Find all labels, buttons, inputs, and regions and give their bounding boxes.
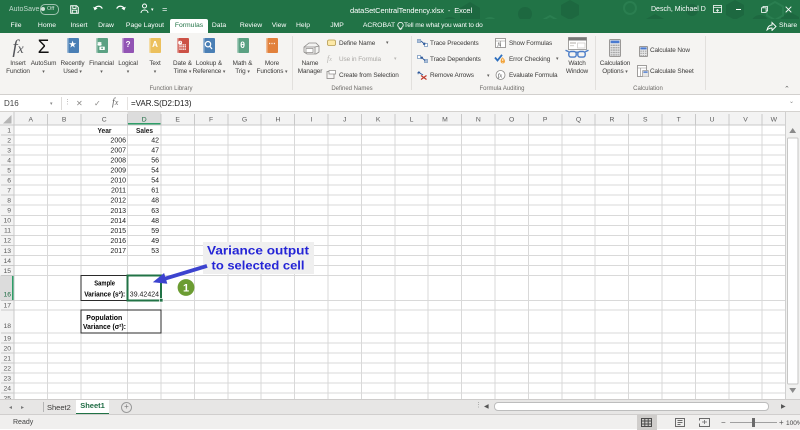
svg-text:L: L <box>410 116 414 123</box>
svg-text:K: K <box>376 116 381 123</box>
svg-text:N: N <box>476 116 481 123</box>
svg-text:17: 17 <box>3 303 11 310</box>
svg-text:13: 13 <box>3 248 11 255</box>
svg-text:42: 42 <box>151 138 159 145</box>
svg-text:2017: 2017 <box>110 248 126 255</box>
svg-text:39.42424: 39.42424 <box>130 291 159 298</box>
svg-text:B: B <box>62 116 67 123</box>
svg-text:24: 24 <box>3 385 11 392</box>
svg-text:Sample: Sample <box>94 281 115 288</box>
svg-text:5: 5 <box>7 168 11 175</box>
svg-text:7: 7 <box>7 188 11 195</box>
svg-text:53: 53 <box>151 248 159 255</box>
svg-text:2011: 2011 <box>111 188 126 195</box>
svg-text:E: E <box>175 116 180 123</box>
svg-text:W: W <box>771 116 778 123</box>
svg-text:21: 21 <box>3 355 11 362</box>
svg-text:63: 63 <box>151 208 159 215</box>
svg-text:19: 19 <box>3 335 11 342</box>
svg-text:A: A <box>29 116 34 123</box>
svg-text:6: 6 <box>7 178 11 185</box>
svg-text:V: V <box>743 116 748 123</box>
svg-text:8: 8 <box>7 198 11 205</box>
svg-text:16: 16 <box>3 291 11 298</box>
svg-text:20: 20 <box>3 345 11 352</box>
svg-text:14: 14 <box>3 258 11 265</box>
svg-text:48: 48 <box>151 198 159 205</box>
svg-text:2010: 2010 <box>110 178 126 185</box>
svg-text:2007: 2007 <box>110 148 126 155</box>
svg-text:D: D <box>142 116 147 123</box>
svg-text:2013: 2013 <box>110 208 126 215</box>
svg-text:54: 54 <box>151 178 159 185</box>
svg-text:59: 59 <box>151 228 159 235</box>
svg-text:54: 54 <box>151 168 159 175</box>
svg-text:J: J <box>343 116 346 123</box>
svg-text:18: 18 <box>3 323 11 330</box>
svg-text:F: F <box>209 116 213 123</box>
svg-text:2016: 2016 <box>110 238 126 245</box>
svg-text:R: R <box>609 116 614 123</box>
svg-text:49: 49 <box>151 238 159 245</box>
svg-text:P: P <box>543 116 548 123</box>
svg-text:1: 1 <box>183 283 189 295</box>
svg-text:2006: 2006 <box>110 138 126 145</box>
svg-text:fx: fx <box>498 72 503 79</box>
svg-text:S: S <box>643 116 648 123</box>
svg-text:Variance (σ²):: Variance (σ²): <box>83 324 126 331</box>
svg-text:Year: Year <box>98 128 112 135</box>
svg-text:2: 2 <box>7 137 11 144</box>
svg-text:C: C <box>102 116 107 123</box>
svg-text:15: 15 <box>3 268 11 275</box>
svg-text:U: U <box>710 116 715 123</box>
svg-text:to selected cell: to selected cell <box>212 261 305 273</box>
svg-text:2008: 2008 <box>110 158 126 165</box>
svg-text:O: O <box>509 116 514 123</box>
svg-text:T: T <box>677 116 681 123</box>
svg-text:48: 48 <box>151 218 159 225</box>
svg-text:G: G <box>242 116 247 123</box>
svg-text:2009: 2009 <box>110 168 126 175</box>
svg-text:Variance output: Variance output <box>207 246 309 258</box>
svg-text:1: 1 <box>7 127 11 134</box>
svg-text:I: I <box>310 116 312 123</box>
svg-text:61: 61 <box>151 188 159 195</box>
svg-text:11: 11 <box>4 228 11 235</box>
svg-text:2015: 2015 <box>110 228 126 235</box>
svg-text:H: H <box>275 116 280 123</box>
svg-text:22: 22 <box>3 365 11 372</box>
svg-text:47: 47 <box>151 148 159 155</box>
svg-text:Variance (s²):: Variance (s²): <box>84 291 125 298</box>
svg-text:M: M <box>442 116 448 123</box>
svg-text:3: 3 <box>7 148 11 155</box>
svg-text:2012: 2012 <box>110 198 126 205</box>
svg-text:Q: Q <box>576 116 581 123</box>
svg-text:23: 23 <box>3 375 11 382</box>
svg-text:56: 56 <box>151 158 159 165</box>
svg-text:4: 4 <box>7 158 11 165</box>
svg-text:9: 9 <box>7 208 11 215</box>
svg-text:Population: Population <box>86 315 122 322</box>
svg-text:12: 12 <box>3 238 11 245</box>
svg-text:Sales: Sales <box>136 128 153 135</box>
svg-text:10: 10 <box>3 218 11 225</box>
svg-text:2014: 2014 <box>110 218 126 225</box>
